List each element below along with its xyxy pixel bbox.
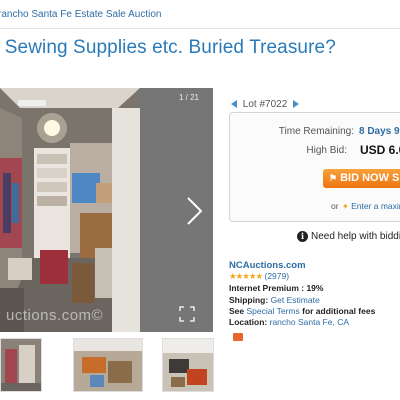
next-lot-icon[interactable] [293, 100, 300, 109]
page-title: f Sewing Supplies etc. Buried Treasure? [0, 37, 336, 58]
lot-number: Lot #7022 [242, 99, 288, 110]
time-remaining-label: Time Remaining: [278, 126, 354, 137]
location-row: Location: rancho Santa Fe, CA [229, 317, 349, 327]
breadcrumb-bar: rancho Santa Fe Estate Sale Auction [0, 0, 400, 29]
or-text: or [331, 201, 339, 211]
shipping-estimate-link[interactable]: Get Estimate [271, 295, 320, 305]
rating-stars: ★★★★★ [229, 271, 263, 281]
seller-name-link[interactable]: NCAuctions.com [229, 260, 306, 271]
next-photo-icon[interactable] [183, 195, 205, 227]
previous-lot-icon[interactable] [231, 100, 237, 109]
bid-now-label: BID NOW S [340, 172, 400, 184]
bid-now-button[interactable]: ⚑ BID NOW S [323, 169, 400, 188]
terms-prefix: See [229, 306, 245, 316]
special-terms-link[interactable]: Special Terms [247, 306, 300, 316]
max-bid-link-text: Enter a maximu [351, 201, 400, 211]
seller-rating[interactable]: ★★★★★ (2979) [229, 271, 289, 282]
fullscreen-icon[interactable] [179, 306, 195, 322]
main-photo[interactable] [0, 88, 213, 332]
shipping-label: Shipping: [229, 295, 269, 305]
high-bid-value: USD 6.0 [360, 143, 400, 157]
thumbnail-1[interactable] [0, 338, 42, 392]
photo-watermark: uctions.com© [6, 307, 104, 324]
shipping-row: Shipping: Get Estimate [229, 295, 320, 305]
internet-premium: Internet Premium : 19% [229, 283, 324, 293]
terms-suffix: for additional fees [302, 306, 376, 316]
photo-counter: 1 / 21 [178, 93, 199, 102]
max-bid-link[interactable]: ✦ Enter a maximu [342, 201, 400, 211]
info-icon: i [297, 231, 308, 242]
lot-navigation: Lot #7022 [231, 99, 300, 110]
gavel-icon: ⚑ [329, 173, 338, 183]
thumbnail-3[interactable] [162, 338, 214, 392]
bidding-help-text: Need help with biddin [311, 231, 400, 243]
breadcrumb-auction-link[interactable]: rancho Santa Fe Estate Sale Auction [0, 9, 161, 20]
report-flag-icon[interactable] [233, 333, 243, 341]
high-bid-label: High Bid: [306, 145, 347, 156]
time-remaining-value: 8 Days 9 H [359, 126, 400, 137]
rating-count: (2979) [264, 271, 290, 281]
star-icon: ✦ [342, 202, 349, 211]
location-label: Location: [229, 317, 268, 327]
terms-row: See Special Terms for additional fees [229, 306, 375, 316]
location-value[interactable]: rancho Santa Fe, CA [270, 317, 349, 327]
bidding-help-link[interactable]: i Need help with biddin [297, 231, 400, 242]
thumbnail-2[interactable] [73, 338, 143, 392]
